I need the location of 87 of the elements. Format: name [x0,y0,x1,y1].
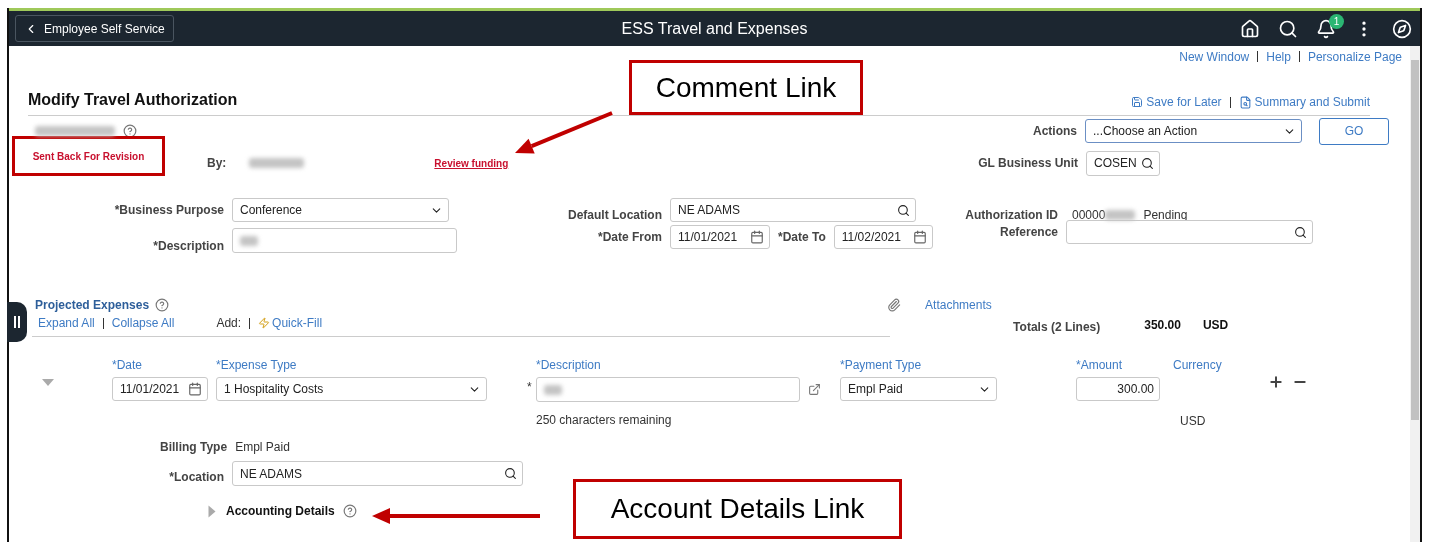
page-link[interactable]: Help [1266,49,1291,64]
go-button[interactable]: GO [1319,117,1389,145]
save-icon[interactable] [1131,96,1144,108]
compass-icon[interactable] [1392,18,1412,39]
document-icon[interactable] [1238,95,1252,109]
default-location-field[interactable]: NE ADAMS [670,198,916,222]
help-icon[interactable] [342,504,357,518]
location-field[interactable]: NE ADAMS [232,461,523,486]
blurred-text [544,384,562,395]
search-icon[interactable] [1294,225,1307,239]
calendar-icon[interactable] [912,230,927,244]
bell-icon[interactable] [1316,18,1336,39]
back-button[interactable]: Employee Self Service [15,15,174,42]
add-label: Add: [216,316,242,330]
billing-type-label: Billing Type [160,440,228,454]
save-link[interactable]: Save for Later [1131,95,1222,109]
expense-type-select[interactable]: 1 Hospitality Costs [216,377,487,401]
reference-label: Reference [998,225,1058,239]
add-row-icon[interactable] [1268,374,1284,390]
location-label: *Location [168,469,224,484]
window-title: ESS Travel and Expenses [621,19,808,38]
business-purpose-select[interactable]: Conference [232,198,449,222]
amount-field[interactable]: 300.00 [1076,377,1160,401]
help-icon[interactable] [155,298,170,312]
business-purpose-label: *Business Purpose [113,203,224,217]
total-currency: USD [1202,318,1229,332]
search-icon[interactable] [1278,18,1298,39]
authorization-id-value: 00000 [1072,208,1106,222]
search-icon[interactable] [897,203,910,217]
billing-type-value: Empl Paid [235,440,290,454]
expense-date-field[interactable]: 11/01/2021 [112,377,208,401]
reference-field[interactable] [1066,220,1313,244]
blurred-text [1105,210,1136,220]
callout-text: Comment Link [655,71,837,104]
column-header: *Description [536,358,602,372]
status-text: Sent Back For Revision [32,150,145,162]
authorization-status: Pending [1143,208,1188,222]
search-icon[interactable] [1141,156,1154,170]
calendar-icon[interactable] [188,382,202,396]
home-icon[interactable] [1240,18,1260,39]
panel-handle[interactable] [7,302,27,342]
column-header: *Date [112,358,144,372]
default-location-label: Default Location [567,208,662,222]
description-label: *Description [152,239,224,253]
date-from-label: *Date From [597,230,662,244]
notification-badge: 1 [1329,13,1344,29]
date-to-field[interactable]: 11/02/2021 [833,225,933,249]
section-title: Projected Expenses [35,298,150,312]
total-amount: 350.00 [1144,318,1181,332]
totals-label: Totals (2 Lines) [1013,320,1101,334]
column-header: *Expense Type [216,358,298,372]
by-label: By: [207,156,227,170]
page-link[interactable]: Personalize Page [1307,49,1402,64]
blurred-text [240,235,258,246]
expense-description-field[interactable] [536,377,800,402]
calendar-icon[interactable] [750,230,764,244]
date-from-field[interactable]: 11/01/2021 [670,225,770,249]
column-header: *Payment Type [840,358,923,372]
required-mark: * [527,380,533,394]
actions-select[interactable]: ...Choose an Action [1085,119,1302,143]
paperclip-icon[interactable] [887,298,902,312]
collapse-all-link[interactable]: Collapse All [111,316,175,330]
gl-business-unit-field[interactable]: COSEN [1086,150,1160,176]
page-link[interactable]: New Window [1179,49,1250,64]
attachments-link[interactable]: Attachments [925,298,992,312]
review-funding-link[interactable]: Review funding [434,157,509,169]
quick-fill-link[interactable]: Quick-Fill [272,316,323,330]
search-icon[interactable] [504,467,517,480]
authorization-id-label: Authorization ID [964,208,1058,222]
expand-field-icon[interactable] [808,383,821,396]
gl-business-unit-label: GL Business Unit [977,156,1078,170]
column-header: Currency [1173,358,1223,372]
payment-type-select[interactable]: Empl Paid [840,377,997,401]
help-icon[interactable] [123,124,137,138]
description-field[interactable] [232,228,457,253]
characters-remaining: 250 characters remaining [536,413,673,427]
callout-text: Account Details Link [610,493,865,525]
scrollbar[interactable] [1410,46,1420,542]
blurred-text [249,158,305,168]
page-title: Modify Travel Authorization [28,91,238,109]
currency-value: USD [1180,414,1207,428]
accounting-details-link[interactable]: Accounting Details [226,504,335,518]
column-header: *Amount [1076,358,1124,372]
expand-all-link[interactable]: Expand All [38,316,95,330]
date-to-label: *Date To [778,230,826,244]
summary-link[interactable]: Summary and Submit [1238,95,1370,109]
actions-label: Actions [1032,124,1077,138]
